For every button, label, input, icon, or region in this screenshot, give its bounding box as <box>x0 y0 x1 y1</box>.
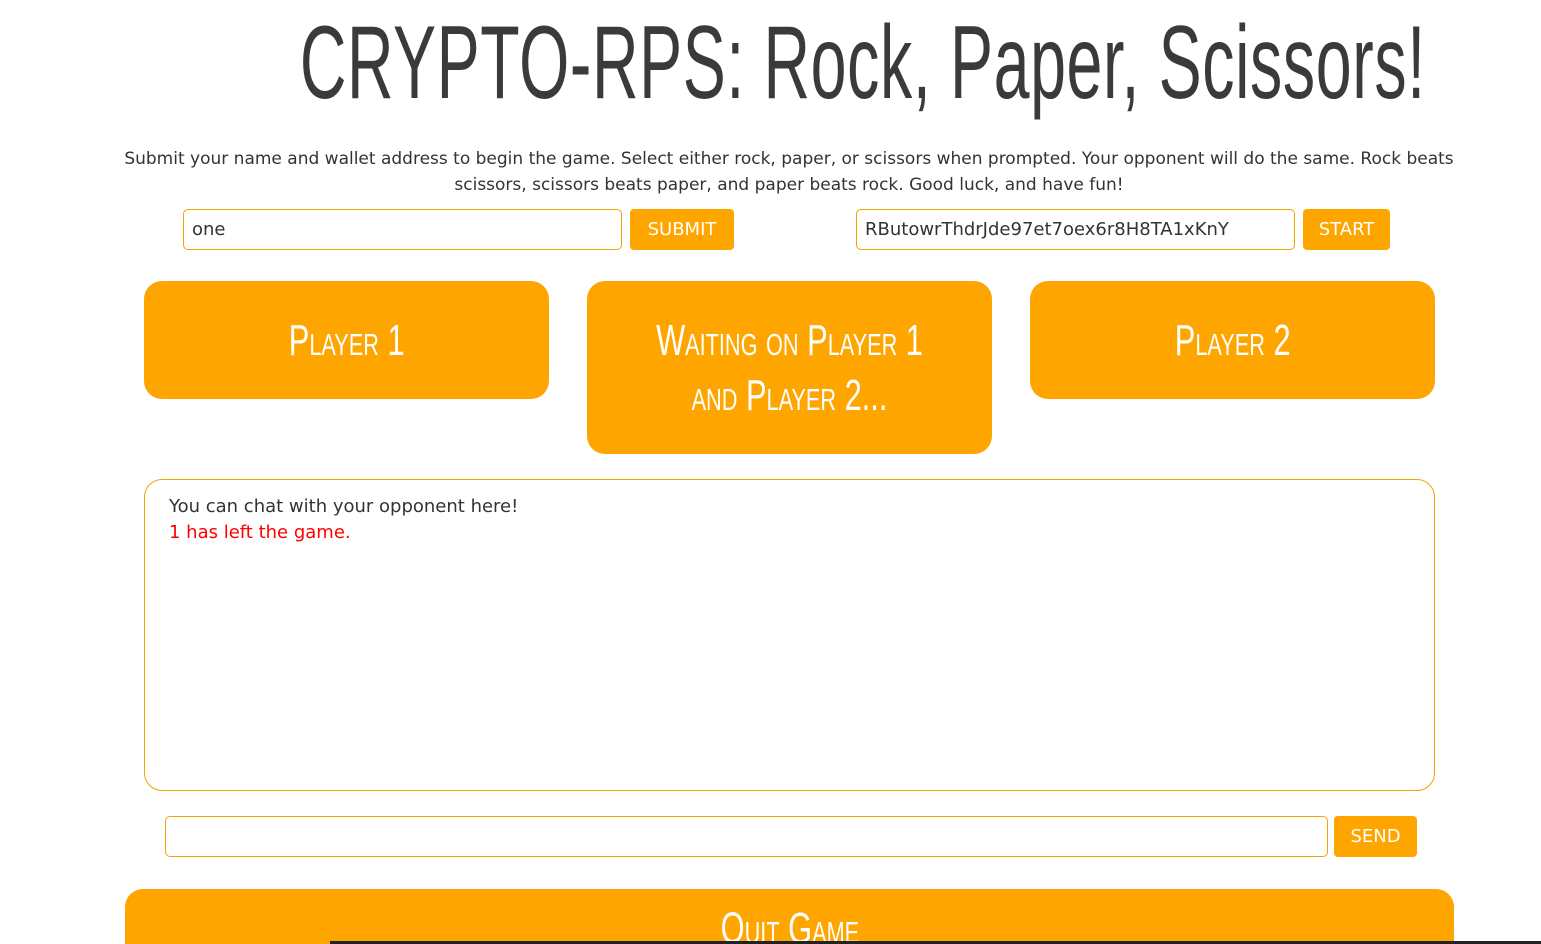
chat-log: You can chat with your opponent here! 1 … <box>144 479 1435 791</box>
game-status-card: Waiting on Player 1 and Player 2... <box>587 281 992 454</box>
game-status-label: Waiting on Player 1 and Player 2... <box>656 315 923 420</box>
player2-label: Player 2 <box>1174 315 1291 365</box>
quit-game-button[interactable]: Quit Game <box>125 889 1454 944</box>
submit-button[interactable]: SUBMIT <box>630 209 734 250</box>
chat-intro: You can chat with your opponent here! <box>169 496 519 517</box>
page-title: CRYPTO-RPS: Rock, Paper, Scissors! <box>299 5 1426 121</box>
send-button[interactable]: SEND <box>1334 816 1417 857</box>
wallet-address-input[interactable] <box>856 209 1295 250</box>
player2-card: Player 2 <box>1030 281 1435 399</box>
chat-message: 1 has left the game. <box>169 522 351 543</box>
game-instructions: Submit your name and wallet address to b… <box>124 149 1454 195</box>
game-page: CRYPTO-RPS: Rock, Paper, Scissors! Submi… <box>0 0 1541 944</box>
player1-card: Player 1 <box>144 281 549 399</box>
name-input[interactable] <box>183 209 622 250</box>
start-button[interactable]: START <box>1303 209 1390 250</box>
quit-game-label: Quit Game <box>720 904 859 944</box>
player1-label: Player 1 <box>288 315 405 365</box>
chat-input[interactable] <box>165 816 1328 857</box>
